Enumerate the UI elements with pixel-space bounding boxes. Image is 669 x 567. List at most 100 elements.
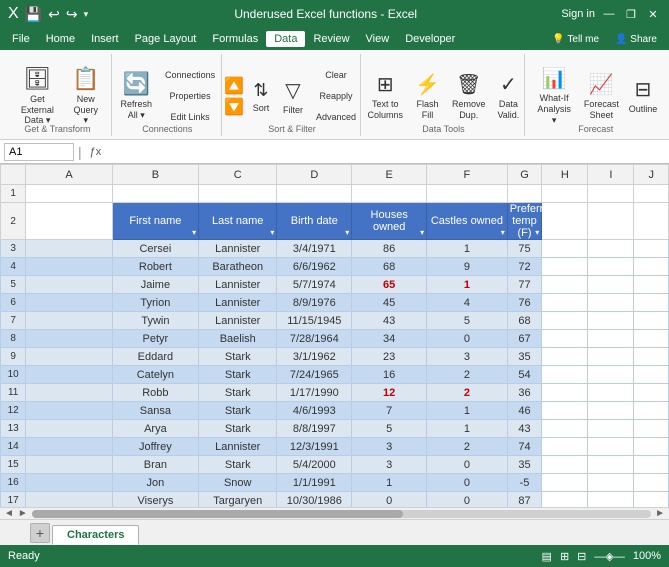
cell-c4[interactable]: Baratheon xyxy=(199,258,277,276)
cell-g13[interactable]: 43 xyxy=(507,420,542,438)
col-header-d[interactable]: D xyxy=(277,165,352,185)
cell-e16[interactable]: 1 xyxy=(352,474,427,492)
remove-duplicates-button[interactable]: 🗑 RemoveDup. xyxy=(447,65,491,127)
cell-d9[interactable]: 3/1/1962 xyxy=(277,348,352,366)
first-name-filter-icon[interactable]: ▾ xyxy=(192,228,196,237)
cell-d4[interactable]: 6/6/1962 xyxy=(277,258,352,276)
data-validation-button[interactable]: ✓ DataValid. xyxy=(492,65,524,127)
row-header-3[interactable]: 3 xyxy=(1,240,26,258)
qat-dropdown-btn[interactable]: ▾ xyxy=(82,9,91,20)
cell-h11[interactable] xyxy=(542,384,588,402)
cell-i17[interactable] xyxy=(588,492,634,508)
cell-h16[interactable] xyxy=(542,474,588,492)
cell-e8[interactable]: 34 xyxy=(352,330,427,348)
cell-b4[interactable]: Robert xyxy=(112,258,198,276)
cell-g17[interactable]: 87 xyxy=(507,492,542,508)
menu-developer[interactable]: Developer xyxy=(397,31,463,47)
redo-qat-btn[interactable]: ↪ xyxy=(64,6,80,23)
connections-button[interactable]: Connections xyxy=(161,66,219,85)
undo-qat-btn[interactable]: ↩ xyxy=(46,6,62,23)
row-header-10[interactable]: 10 xyxy=(1,366,26,384)
cell-j12[interactable] xyxy=(634,402,669,420)
filter-button[interactable]: ▽ Filter xyxy=(278,65,308,127)
col-header-j[interactable]: J xyxy=(634,165,669,185)
cell-b14[interactable]: Joffrey xyxy=(112,438,198,456)
cell-d3[interactable]: 3/4/1971 xyxy=(277,240,352,258)
cell-f16[interactable]: 0 xyxy=(427,474,508,492)
cell-f12[interactable]: 1 xyxy=(427,402,508,420)
col-header-f[interactable]: F xyxy=(427,165,508,185)
cell-d13[interactable]: 8/8/1997 xyxy=(277,420,352,438)
row-header-2[interactable]: 2 xyxy=(1,203,26,240)
save-qat-btn[interactable]: 💾 xyxy=(23,6,44,23)
cell-a5[interactable] xyxy=(26,276,112,294)
cell-a10[interactable] xyxy=(26,366,112,384)
cell-e11[interactable]: 12 xyxy=(352,384,427,402)
cell-h6[interactable] xyxy=(542,294,588,312)
properties-button[interactable]: Properties xyxy=(161,87,219,106)
cell-i4[interactable] xyxy=(588,258,634,276)
cell-f4[interactable]: 9 xyxy=(427,258,508,276)
cell-b8[interactable]: Petyr xyxy=(112,330,198,348)
cell-h9[interactable] xyxy=(542,348,588,366)
cell-a2[interactable] xyxy=(26,203,112,240)
cell-c10[interactable]: Stark xyxy=(199,366,277,384)
cell-d15[interactable]: 5/4/2000 xyxy=(277,456,352,474)
what-if-analysis-button[interactable]: 📊 What-IfAnalysis ▾ xyxy=(530,65,578,127)
cell-h17[interactable] xyxy=(542,492,588,508)
cell-f17[interactable]: 0 xyxy=(427,492,508,508)
scroll-right-btn[interactable]: ► xyxy=(18,508,28,519)
cell-c9[interactable]: Stark xyxy=(199,348,277,366)
cell-h8[interactable] xyxy=(542,330,588,348)
cell-e1[interactable] xyxy=(352,185,427,203)
cell-b7[interactable]: Tywin xyxy=(112,312,198,330)
cell-j11[interactable] xyxy=(634,384,669,402)
cell-d10[interactable]: 7/24/1965 xyxy=(277,366,352,384)
cell-a12[interactable] xyxy=(26,402,112,420)
zoom-slider[interactable]: —◈— xyxy=(594,550,624,563)
cell-h1[interactable] xyxy=(542,185,588,203)
cell-d14[interactable]: 12/3/1991 xyxy=(277,438,352,456)
sign-in-link[interactable]: Sign in xyxy=(561,8,595,20)
cell-f2-header[interactable]: Castles owned ▾ xyxy=(427,203,508,240)
function-button[interactable]: ƒx xyxy=(86,146,106,158)
row-header-13[interactable]: 13 xyxy=(1,420,26,438)
cell-b9[interactable]: Eddard xyxy=(112,348,198,366)
cell-d17[interactable]: 10/30/1986 xyxy=(277,492,352,508)
cell-f14[interactable]: 2 xyxy=(427,438,508,456)
cell-c14[interactable]: Lannister xyxy=(199,438,277,456)
cell-d8[interactable]: 7/28/1964 xyxy=(277,330,352,348)
cell-f6[interactable]: 4 xyxy=(427,294,508,312)
advanced-button[interactable]: Advanced xyxy=(312,108,360,127)
col-header-g[interactable]: G xyxy=(507,165,542,185)
temp-filter-icon[interactable]: ▾ xyxy=(535,228,539,237)
cell-g16[interactable]: -5 xyxy=(507,474,542,492)
cell-a8[interactable] xyxy=(26,330,112,348)
col-header-a[interactable]: A xyxy=(26,165,112,185)
menu-view[interactable]: View xyxy=(358,31,398,47)
cell-j15[interactable] xyxy=(634,456,669,474)
cell-g11[interactable]: 36 xyxy=(507,384,542,402)
sort-az-icon[interactable]: 🔼 xyxy=(224,76,244,96)
cell-i5[interactable] xyxy=(588,276,634,294)
col-header-e[interactable]: E xyxy=(352,165,427,185)
sort-za-icon[interactable]: 🔽 xyxy=(224,97,244,117)
col-header-h[interactable]: H xyxy=(542,165,588,185)
cell-b16[interactable]: Jon xyxy=(112,474,198,492)
cell-j8[interactable] xyxy=(634,330,669,348)
cell-b2-header[interactable]: First name ▾ xyxy=(112,203,198,240)
cell-g4[interactable]: 72 xyxy=(507,258,542,276)
cell-d16[interactable]: 1/1/1991 xyxy=(277,474,352,492)
col-header-c[interactable]: C xyxy=(199,165,277,185)
cell-e12[interactable]: 7 xyxy=(352,402,427,420)
cell-j3[interactable] xyxy=(634,240,669,258)
col-header-b[interactable]: B xyxy=(112,165,198,185)
text-to-columns-button[interactable]: ⊞ Text toColumns xyxy=(363,65,409,127)
cell-d5[interactable]: 5/7/1974 xyxy=(277,276,352,294)
cell-e7[interactable]: 43 xyxy=(352,312,427,330)
cell-g2-header[interactable]: Preferred temp (F) ▾ xyxy=(507,203,542,240)
row-header-15[interactable]: 15 xyxy=(1,456,26,474)
cell-h10[interactable] xyxy=(542,366,588,384)
scroll-thumb[interactable] xyxy=(32,510,404,518)
cell-i16[interactable] xyxy=(588,474,634,492)
